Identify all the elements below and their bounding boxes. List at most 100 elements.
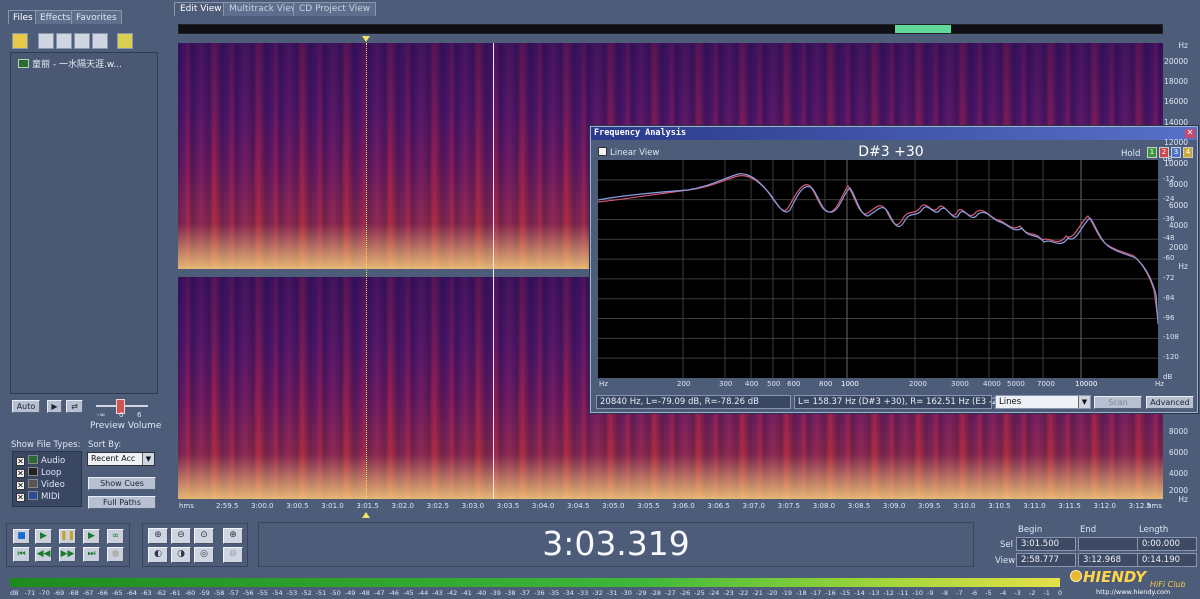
show-cues-button[interactable]: Show Cues [88,477,156,490]
play-to-end-icon[interactable]: ▶ [83,529,100,544]
close-file-icon[interactable] [56,33,72,49]
meter-tick-label: -12 [883,589,894,597]
hold-button-1[interactable]: 1 [1147,147,1157,158]
tab-edit-view[interactable]: Edit View [174,2,228,16]
view-end-field[interactable]: 3:12.968 [1078,553,1138,567]
zoom-out-vertical-icon[interactable]: ⊖ [223,547,243,563]
cd-icon[interactable] [117,33,133,49]
meter-tick-label: -62 [155,589,167,597]
view-length-field[interactable]: 0:14.190 [1137,553,1197,567]
meter-tick-label: -59 [199,589,210,597]
meter-tick-label: -1 [1043,589,1050,597]
sel-length-field[interactable]: 0:00.000 [1137,537,1197,551]
meter-tick-label: 0 [1058,589,1063,597]
meter-tick-label: -61 [170,589,181,597]
hz-tick-label: 300 [719,380,733,388]
meter-tick-label: -37 [519,589,531,597]
linear-view-checkbox[interactable] [598,147,607,156]
meter-tick-label: -24 [708,589,720,597]
file-type-audio[interactable]: ✕ Audio [16,455,65,466]
time-tick-label: 3:10.5 [988,502,1011,510]
edit-file-icon[interactable] [74,33,90,49]
file-list[interactable] [10,52,158,394]
stop-icon[interactable]: ■ [13,529,30,544]
tab-files[interactable]: Files [8,10,38,24]
play-icon[interactable]: ▶ [35,529,52,544]
checkbox-midi[interactable]: ✕ [16,493,25,502]
zoom-to-left-icon[interactable]: ◐ [148,547,168,563]
file-type-midi[interactable]: ✕ MIDI [16,491,60,502]
checkbox-video[interactable]: ✕ [16,481,25,490]
full-paths-button[interactable]: Full Paths [88,496,156,509]
zoom-in-vertical-icon[interactable]: ⊕ [223,528,243,544]
list-item[interactable]: 童丽 - 一水隔天涯.w... [18,58,122,72]
tab-cd-project-view[interactable]: CD Project View [293,2,377,16]
go-to-start-icon[interactable]: ⏮ [13,547,30,562]
zoom-in-horizontal-icon[interactable]: ⊕ [148,528,168,544]
cue-marker-top-icon[interactable] [362,36,370,42]
loop-preview-icon[interactable]: ⇄ [66,400,83,413]
hz-tick-top: 12000 [1164,138,1188,147]
hold-button-2[interactable]: 2 [1159,147,1169,158]
file-type-video[interactable]: ✕ Video [16,479,65,490]
hz-tick-bottom: 2000 [1168,486,1188,495]
plot-mode-select[interactable]: Lines ▼ [995,395,1091,409]
go-to-end-icon[interactable]: ⏭ [83,547,100,562]
meter-tick-label: -48 [359,589,370,597]
hz-tick-top: 8000 [1168,180,1188,189]
zoom-full-icon[interactable]: ⊙ [194,528,214,544]
meter-tick-label: -70 [39,589,50,597]
play-preview-icon[interactable]: ▶ [47,400,62,413]
scan-button[interactable]: Scan [1094,396,1142,409]
linear-view-toggle[interactable]: Linear View [598,147,659,158]
sort-by-select[interactable]: Recent Acc ▼ [87,452,155,466]
meter-tick-label: -46 [388,589,400,597]
current-time: 3:03.319 [542,524,690,563]
rewind-icon[interactable]: ◀◀ [35,547,52,562]
checkbox-audio[interactable]: ✕ [16,457,25,466]
record-icon[interactable]: ● [107,547,124,562]
file-type-loop[interactable]: ✕ Loop [16,467,61,478]
tab-favorites[interactable]: Favorites [71,10,122,24]
time-tick-label: 3:03.5 [496,502,520,510]
fast-forward-icon[interactable]: ▶▶ [59,547,76,562]
insert-multitrack-icon[interactable] [92,33,108,49]
frequency-plot[interactable] [597,160,1159,378]
overview-viewport[interactable] [895,25,951,33]
db-tick-label: -120 [1163,353,1179,362]
view-begin-field[interactable]: 2:58.777 [1016,553,1076,567]
open-file-icon[interactable] [12,33,28,49]
auto-play-button[interactable]: Auto [12,400,40,413]
hz-tick-top: 14000 [1164,118,1188,127]
zoom-out-horizontal-icon[interactable]: ⊖ [171,528,191,544]
meter-tick-label: -58 [213,589,225,597]
advanced-button[interactable]: Advanced [1146,396,1194,409]
sel-end-field[interactable] [1078,537,1138,551]
zoom-selection-icon[interactable]: ◎ [194,547,214,563]
chevron-down-icon: ▼ [142,453,154,465]
detected-note: D#3 +30 [858,144,924,160]
overview-bar[interactable] [178,24,1163,34]
tab-effects[interactable]: Effects [35,10,76,24]
volume-tick-min: -∞ [97,411,106,419]
time-tick-label: 3:01.5 [356,502,379,510]
close-icon[interactable]: ✕ [1185,129,1195,138]
time-tick-label: 3:02.0 [391,502,414,510]
checkbox-loop[interactable]: ✕ [16,469,25,478]
loop-icon[interactable]: ∞ [107,529,124,544]
hold-button-4[interactable]: 4 [1183,147,1193,158]
meter-tick-label: -34 [563,589,574,597]
import-icon[interactable] [38,33,54,49]
hold-button-3[interactable]: 3 [1171,147,1181,158]
pause-icon[interactable]: ❚❚ [59,529,76,544]
video-icon [28,479,38,488]
zoom-to-right-icon[interactable]: ◑ [171,547,191,563]
sel-begin-field[interactable]: 3:01.500 [1016,537,1076,551]
hz-tick-label: 500 [767,380,781,388]
meter-tick-label: -40 [475,589,487,597]
tab-multitrack-view[interactable]: Multitrack View [223,2,305,16]
meter-tick-label: -69 [53,589,65,597]
meter-tick-label: -17 [810,589,822,597]
playhead-cursor[interactable] [493,43,494,499]
cue-marker-line [366,43,367,499]
